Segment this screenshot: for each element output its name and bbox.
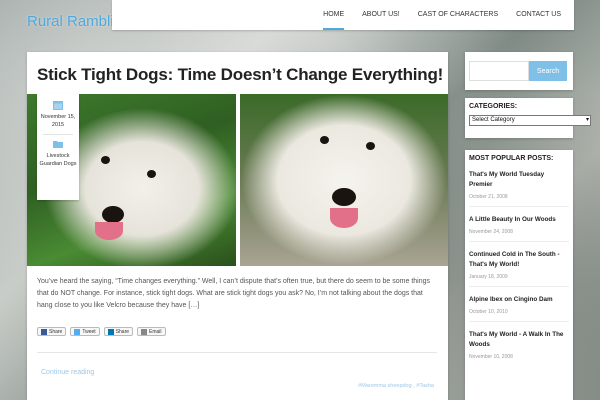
categories-title: CATEGORIES: <box>469 103 518 110</box>
facebook-share-button[interactable]: Share <box>37 327 67 336</box>
popular-post-date: November 24, 2008 <box>469 229 513 235</box>
continue-reading-link[interactable]: Continue reading <box>41 369 94 376</box>
dog-eye-icon <box>101 156 110 164</box>
popular-posts-widget: MOST POPULAR POSTS: That's My World Tues… <box>465 150 573 400</box>
nav-about-us[interactable]: ABOUT US! <box>353 0 409 30</box>
article-title[interactable]: Stick Tight Dogs: Time Doesn’t Change Ev… <box>37 65 443 85</box>
share-buttons: Share Tweet Share Email <box>37 327 166 336</box>
popular-post-date: November 10, 2008 <box>469 354 513 360</box>
share-label: Share <box>49 328 63 335</box>
linkedin-icon <box>107 328 114 335</box>
dog-nose-icon <box>102 206 124 223</box>
list-item: That's My World - A Walk In The Woods No… <box>469 330 569 360</box>
linkedin-share-button[interactable]: Share <box>103 327 134 336</box>
email-icon <box>141 328 148 335</box>
list-divider <box>469 321 569 322</box>
nav-cast-of-characters[interactable]: CAST OF CHARACTERS <box>409 0 507 30</box>
email-share-button[interactable]: Email <box>137 327 166 336</box>
top-navigation: HOME ABOUT US! CAST OF CHARACTERS CONTAC… <box>112 0 574 30</box>
dog-tongue-icon <box>95 222 123 240</box>
article-excerpt: You’ve heard the saying, “Time changes e… <box>37 278 431 310</box>
popular-post-link[interactable]: A Little Beauty In Our Woods <box>469 215 569 225</box>
popular-post-date: October 21, 2008 <box>469 194 508 200</box>
list-divider <box>469 286 569 287</box>
popular-post-date: October 10, 2010 <box>469 309 508 315</box>
twitter-icon <box>74 328 81 335</box>
tweet-label: Tweet <box>82 328 96 335</box>
meta-divider <box>43 134 73 135</box>
popular-post-link[interactable]: That's My World - A Walk In The Woods <box>469 330 569 350</box>
dog-nose-icon <box>331 188 356 206</box>
post-category[interactable]: Livestock Guardian Dogs <box>37 152 79 168</box>
list-item: That's My World Tuesday Premier October … <box>469 170 569 207</box>
search-widget: Search <box>465 52 573 90</box>
list-divider <box>469 206 569 207</box>
popular-post-link[interactable]: Continued Cold in The South - That's My … <box>469 250 569 270</box>
popular-post-link[interactable]: That's My World Tuesday Premier <box>469 170 569 190</box>
nav-home[interactable]: HOME <box>314 0 353 30</box>
category-select-value: Select Category <box>472 117 515 123</box>
list-item: Continued Cold in The South - That's My … <box>469 250 569 287</box>
article-card: Stick Tight Dogs: Time Doesn’t Change Ev… <box>27 52 448 400</box>
dog-eye-icon <box>319 136 329 144</box>
list-item: A Little Beauty In Our Woods November 24… <box>469 215 569 242</box>
search-input[interactable] <box>469 61 529 81</box>
article-images <box>27 94 448 266</box>
popular-post-date: January 18, 2009 <box>469 274 508 280</box>
popular-post-link[interactable]: Alpine Ibex on Cingino Dam <box>469 295 569 305</box>
list-divider <box>469 241 569 242</box>
dog-eye-icon <box>147 170 156 178</box>
list-item: Alpine Ibex on Cingino Dam October 10, 2… <box>469 295 569 322</box>
post-date: November 15, 2015 <box>40 114 76 128</box>
categories-widget: CATEGORIES: Select Category ▾ <box>465 98 591 138</box>
twitter-tweet-button[interactable]: Tweet <box>70 327 100 336</box>
search-button[interactable]: Search <box>529 61 567 81</box>
dog-eye-icon <box>365 142 375 150</box>
facebook-icon <box>41 328 47 335</box>
email-label: Email <box>149 328 162 335</box>
post-tags[interactable]: #Maremma sheepdog , #Tasha <box>358 383 434 389</box>
dog-photo-right <box>239 94 448 266</box>
category-select[interactable]: Select Category ▾ <box>469 115 591 126</box>
dog-tongue-icon <box>329 208 358 228</box>
folder-icon <box>53 141 63 148</box>
calendar-icon <box>53 101 63 110</box>
post-meta-badge: November 15, 2015 Livestock Guardian Dog… <box>37 94 79 200</box>
nav-contact-us[interactable]: CONTACT US <box>507 0 570 30</box>
chevron-down-icon: ▾ <box>585 117 589 123</box>
article-divider <box>37 352 437 353</box>
share-label: Share <box>115 328 130 335</box>
popular-posts-title: MOST POPULAR POSTS: <box>469 155 554 162</box>
